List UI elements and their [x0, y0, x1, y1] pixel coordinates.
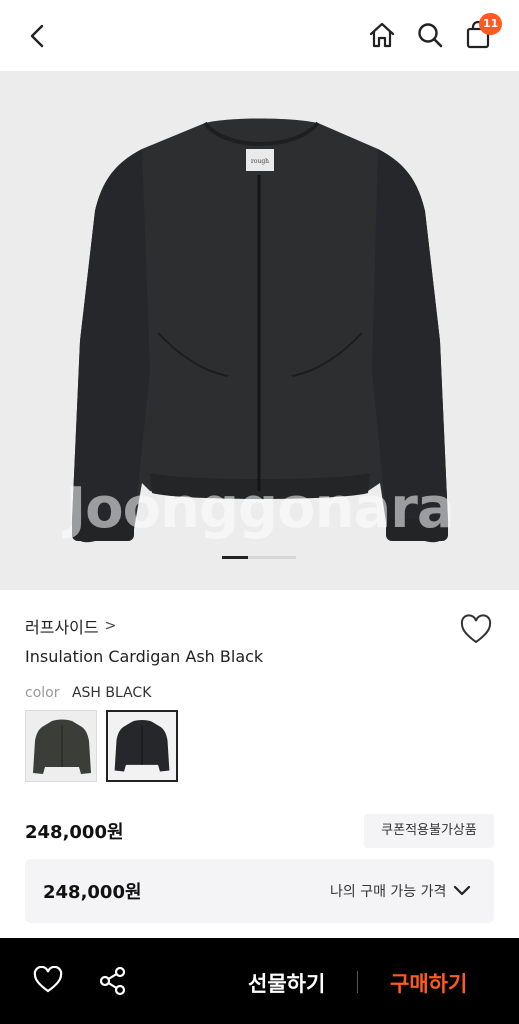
color-swatch-selected[interactable]: [106, 710, 178, 782]
product-price: 248,000원: [25, 822, 124, 843]
color-row: color ASH BLACK: [25, 685, 151, 701]
color-swatch-option[interactable]: [25, 710, 97, 782]
color-label: color: [25, 685, 60, 701]
product-name: Insulation Cardigan Ash Black: [25, 647, 264, 666]
home-icon[interactable]: [366, 19, 398, 51]
product-image-carousel[interactable]: rough Joonggonara: [0, 71, 519, 590]
bottom-action-bar: 선물하기 구매하기: [0, 938, 519, 1024]
share-icon[interactable]: [98, 966, 128, 996]
svg-text:rough: rough: [251, 158, 269, 165]
chevron-down-icon: [453, 885, 471, 896]
my-price-dropdown[interactable]: 248,000원 나의 구매 가능 가격: [25, 859, 494, 923]
carousel-indicator-active: [222, 556, 248, 559]
carousel-indicator: [222, 556, 296, 559]
brand-link[interactable]: 러프사이드 >: [25, 614, 116, 638]
chevron-left-icon[interactable]: [22, 20, 54, 52]
search-icon[interactable]: [414, 19, 446, 51]
gift-button[interactable]: 선물하기: [248, 968, 325, 998]
my-price-value: 248,000원: [43, 882, 142, 903]
buy-button[interactable]: 구매하기: [390, 968, 467, 998]
wishlist-heart-icon[interactable]: [459, 614, 493, 646]
watermark: Joonggonara: [65, 476, 454, 541]
carousel-indicator-track: [248, 556, 296, 559]
divider: [357, 971, 358, 993]
brand-name: 러프사이드: [25, 618, 99, 637]
swatch-image: [26, 711, 96, 781]
top-navigation-bar: 11: [0, 0, 519, 71]
cart-count-badge: 11: [479, 13, 503, 35]
heart-icon[interactable]: [33, 966, 63, 994]
swatch-image: [108, 712, 176, 780]
color-value: ASH BLACK: [71, 685, 152, 701]
coupon-unavailable-tag: 쿠폰적용불가상품: [364, 814, 494, 848]
my-price-label: 나의 구매 가능 가격: [330, 884, 447, 900]
chevron-right-icon: >: [104, 618, 117, 634]
